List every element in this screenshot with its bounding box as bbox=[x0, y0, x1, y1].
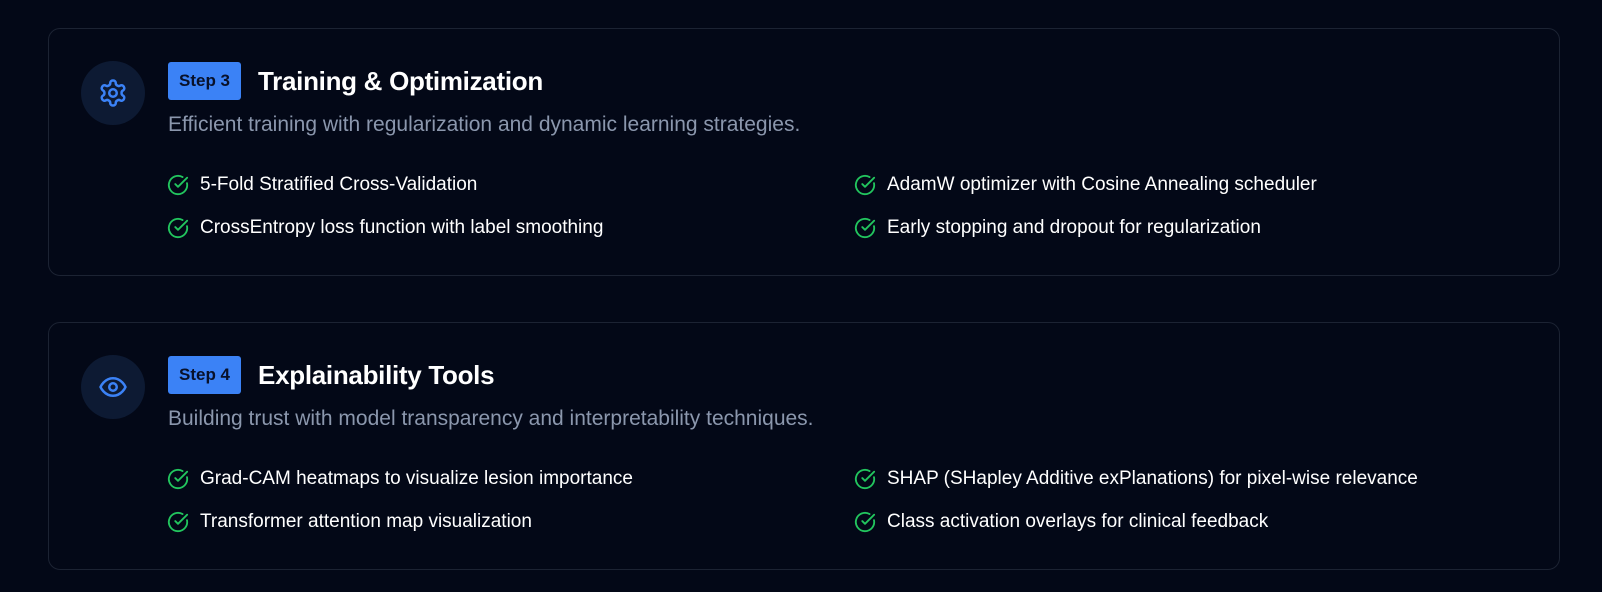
check-circle-icon bbox=[854, 468, 876, 490]
check-circle-icon bbox=[167, 511, 189, 533]
check-circle-icon bbox=[854, 174, 876, 196]
feature-label: Transformer attention map visualization bbox=[200, 511, 532, 532]
step-description: Building trust with model transparency a… bbox=[168, 407, 814, 430]
step-badge: Step 4 bbox=[168, 356, 242, 394]
feature-label: CrossEntropy loss function with label sm… bbox=[200, 217, 604, 238]
feature-item: SHAP (SHapley Additive exPlanations) for… bbox=[854, 467, 1418, 491]
feature-label: Class activation overlays for clinical f… bbox=[887, 511, 1269, 532]
step-title: Explainability Tools bbox=[258, 359, 495, 390]
step-icon-container bbox=[81, 61, 145, 125]
feature-item: Early stopping and dropout for regulariz… bbox=[854, 216, 1261, 240]
feature-label: Early stopping and dropout for regulariz… bbox=[887, 217, 1261, 238]
feature-list: 5-Fold Stratified Cross-Validation AdamW… bbox=[167, 173, 1547, 263]
step-header: Step 3 Training & Optimization bbox=[168, 62, 543, 100]
feature-label: Grad-CAM heatmaps to visualize lesion im… bbox=[200, 468, 633, 489]
page: Step 3 Training & Optimization Efficient… bbox=[0, 0, 1602, 592]
feature-item: AdamW optimizer with Cosine Annealing sc… bbox=[854, 173, 1317, 197]
feature-label: SHAP (SHapley Additive exPlanations) for… bbox=[887, 468, 1418, 489]
check-circle-icon bbox=[167, 468, 189, 490]
feature-item: Class activation overlays for clinical f… bbox=[854, 510, 1268, 534]
eye-icon bbox=[99, 377, 127, 397]
feature-item: Transformer attention map visualization bbox=[167, 510, 532, 534]
check-circle-icon bbox=[167, 174, 189, 196]
feature-label: 5-Fold Stratified Cross-Validation bbox=[200, 174, 478, 195]
step-icon-container bbox=[81, 355, 145, 419]
feature-item: 5-Fold Stratified Cross-Validation bbox=[167, 173, 477, 197]
check-circle-icon bbox=[854, 217, 876, 239]
step-card-training: Step 3 Training & Optimization Efficient… bbox=[48, 28, 1560, 276]
step-description: Efficient training with regularization a… bbox=[168, 113, 801, 136]
feature-item: CrossEntropy loss function with label sm… bbox=[167, 216, 603, 240]
gear-icon bbox=[100, 79, 126, 107]
check-circle-icon bbox=[167, 217, 189, 239]
feature-item: Grad-CAM heatmaps to visualize lesion im… bbox=[167, 467, 633, 491]
step-title: Training & Optimization bbox=[258, 65, 543, 96]
feature-label: AdamW optimizer with Cosine Annealing sc… bbox=[887, 174, 1317, 195]
step-badge: Step 3 bbox=[168, 62, 242, 100]
feature-list: Grad-CAM heatmaps to visualize lesion im… bbox=[167, 467, 1547, 557]
step-header: Step 4 Explainability Tools bbox=[168, 356, 495, 394]
step-card-explainability: Step 4 Explainability Tools Building tru… bbox=[48, 322, 1560, 570]
check-circle-icon bbox=[854, 511, 876, 533]
